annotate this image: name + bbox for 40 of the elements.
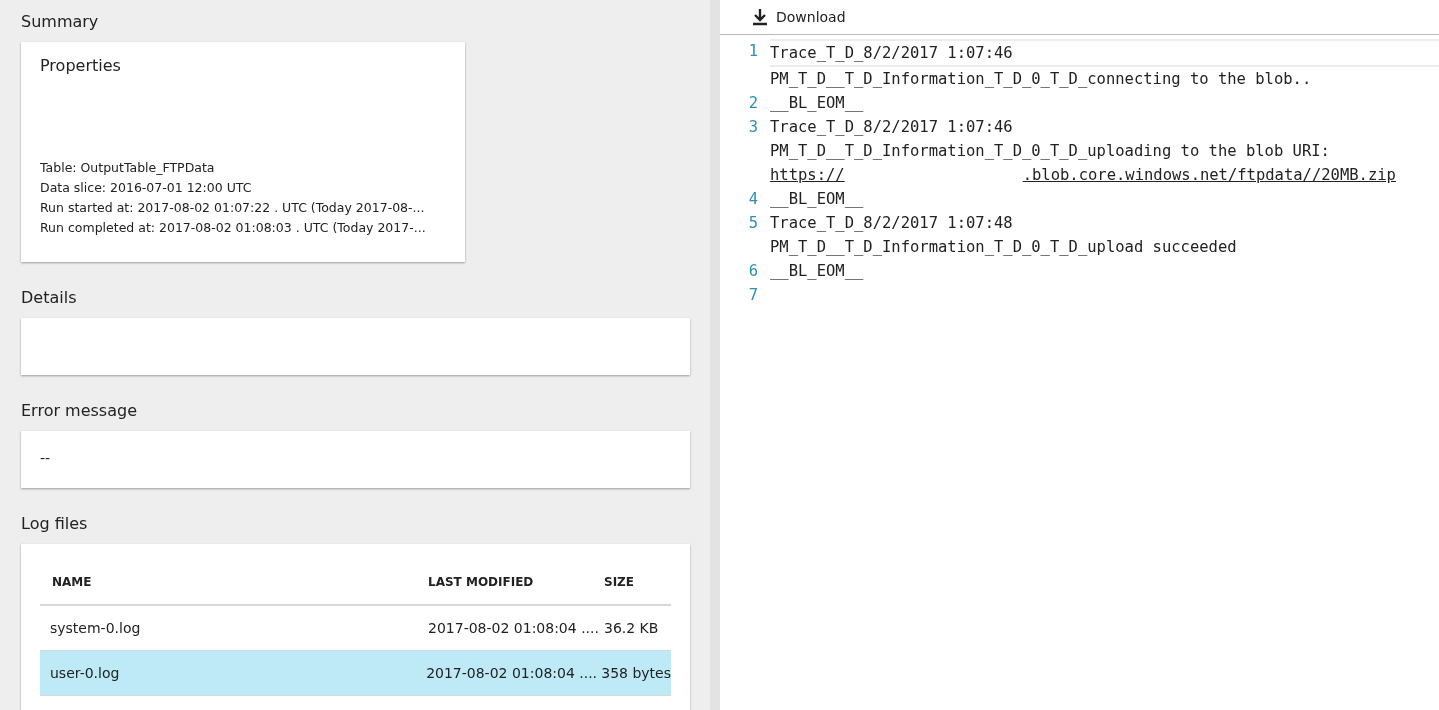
url-link[interactable]: .blob.core.windows.net/ftpdata//20MB.zip xyxy=(1022,163,1396,187)
line-number: 1 xyxy=(747,41,759,62)
table-row[interactable]: user-0.log 2017-08-02 01:08:04 .... 358 bytes xyxy=(40,651,671,696)
table-cell: 358 bytes xyxy=(601,665,671,681)
table-cell-text: user-0.log xyxy=(49,665,121,681)
log-text: Trace_T_D_8/2/2017 1:07:46 xyxy=(770,117,1013,138)
column-header: NAME xyxy=(51,575,93,589)
column-header: SIZE xyxy=(604,575,634,589)
table-cell-text: system-0.log xyxy=(49,620,142,636)
table-cell: 36.2 KB xyxy=(604,620,659,636)
log-text: PM_T_D__T_D_Information_T_D_0_T_D_connecting to the blob.. xyxy=(770,69,1312,90)
property-text: Table: OutputTable_FTPData xyxy=(40,159,216,177)
section-heading: Summary xyxy=(21,11,100,33)
url-link[interactable]: https:// xyxy=(770,163,845,187)
log-text: PM_T_D__T_D_Information_T_D_0_T_D_upload succeeded xyxy=(770,237,1237,258)
section-heading: Log files xyxy=(21,513,89,535)
line-number: 6 xyxy=(747,261,759,282)
download-icon xyxy=(752,8,768,26)
error-text: -- xyxy=(40,450,51,466)
log-text: __BL_EOM__ xyxy=(770,189,864,210)
section-heading: Error message xyxy=(21,400,138,422)
line-number: 7 xyxy=(747,285,759,306)
download-button[interactable]: Download xyxy=(752,8,846,26)
property-text: Run completed at: 2017-08-02 01:08:03 . UTC (Today 2017-... xyxy=(40,219,427,237)
log-text: __BL_EOM__ xyxy=(770,93,864,114)
log-text: Trace_T_D_8/2/2017 1:07:46 xyxy=(770,43,1013,64)
log-text: __BL_EOM__ xyxy=(770,261,864,282)
property-text: Run started at: 2017-08-02 01:07:22 . UTC (Today 2017-08-... xyxy=(40,199,426,217)
table-cell-text: 2017-08-02 01:08:04 .... xyxy=(428,620,600,636)
column-header: LAST MODIFIED xyxy=(428,575,535,589)
log-text: PM_T_D__T_D_Information_T_D_0_T_D_uploading to the blob URI: xyxy=(770,141,1330,162)
line-number: 2 xyxy=(747,93,759,114)
table-cell-text: 2017-08-02 01:08:04 .... xyxy=(426,665,599,681)
card-title: Properties xyxy=(40,56,122,75)
property-text: Data slice: 2016-07-01 12:00 UTC xyxy=(40,179,253,197)
section-heading: Details xyxy=(21,287,78,309)
line-number: 4 xyxy=(747,189,759,210)
line-number: 3 xyxy=(747,117,759,138)
line-number: 5 xyxy=(747,213,759,234)
log-text: Trace_T_D_8/2/2017 1:07:48 xyxy=(770,213,1013,234)
